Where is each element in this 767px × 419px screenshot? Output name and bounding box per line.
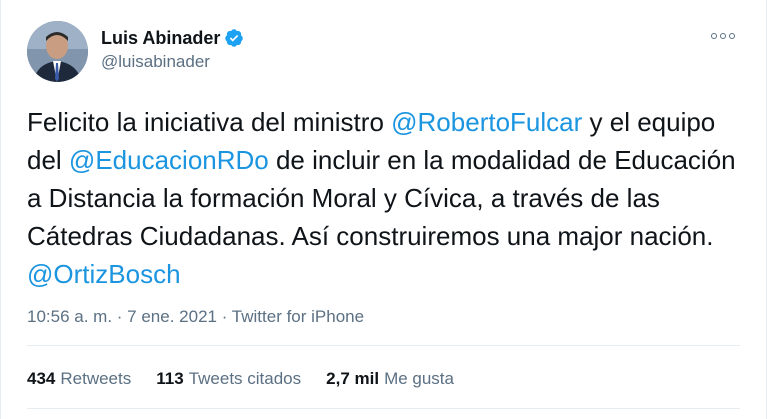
dot xyxy=(720,33,726,39)
retweets-stat[interactable]: 434 Retweets xyxy=(27,369,131,389)
likes-label: Me gusta xyxy=(384,369,454,388)
tweet-time[interactable]: 10:56 a. m. xyxy=(27,307,112,326)
meta-separator: · xyxy=(216,307,232,326)
avatar[interactable] xyxy=(27,21,88,82)
mention-link[interactable]: @RobertoFulcar xyxy=(391,107,582,137)
quote-tweets-label: Tweets citados xyxy=(188,369,302,388)
tweet-text-segment: Felicito la iniciativa del ministro xyxy=(27,107,392,137)
tweet-meta: 10:56 a. m. · 7 ene. 2021 · Twitter for … xyxy=(27,307,364,327)
divider xyxy=(27,345,740,346)
author-display-name[interactable]: Luis Abinader xyxy=(101,27,220,49)
tweet-card: Luis Abinader @luisabinader Felicito la … xyxy=(0,0,767,419)
dot xyxy=(711,33,717,39)
mention-link[interactable]: @EducacionRDo xyxy=(69,145,269,175)
more-options-icon[interactable] xyxy=(711,33,735,39)
likes-count: 2,7 mil xyxy=(326,369,380,388)
likes-stat[interactable]: 2,7 mil Me gusta xyxy=(326,369,454,389)
quote-tweets-count: 113 xyxy=(156,369,184,388)
name-row: Luis Abinader xyxy=(101,27,244,49)
quote-tweets-stat[interactable]: 113 Tweets citados xyxy=(156,369,301,389)
meta-separator: · xyxy=(112,307,128,326)
dot xyxy=(729,33,735,39)
retweets-label: Retweets xyxy=(60,369,132,388)
verified-badge-icon xyxy=(224,28,244,48)
avatar-image xyxy=(27,21,88,82)
divider xyxy=(27,408,740,409)
author-names: Luis Abinader @luisabinader xyxy=(101,27,244,72)
author-handle[interactable]: @luisabinader xyxy=(101,52,244,72)
retweets-count: 434 xyxy=(27,369,56,388)
tweet-stats: 434 Retweets 113 Tweets citados 2,7 mil Me … xyxy=(27,369,479,389)
mention-link[interactable]: @OrtizBosch xyxy=(27,259,181,289)
tweet-date[interactable]: 7 ene. 2021 xyxy=(127,307,217,326)
tweet-text: Felicito la iniciativa del ministro @Rob… xyxy=(27,103,747,293)
tweet-source[interactable]: Twitter for iPhone xyxy=(232,307,364,326)
tweet-header: Luis Abinader @luisabinader xyxy=(27,21,244,82)
